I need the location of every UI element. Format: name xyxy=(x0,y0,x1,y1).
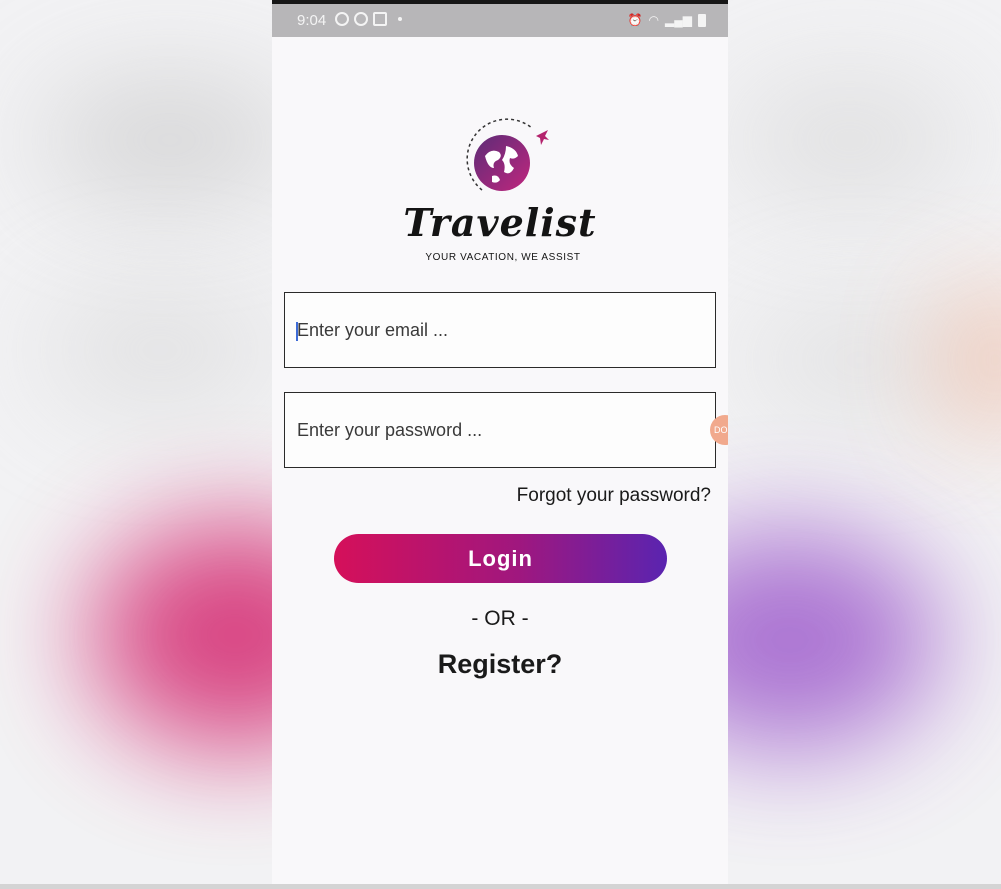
signal-icon: ▂▄▆ xyxy=(665,13,692,27)
brand-tagline: YOUR VACATION, WE ASSIST xyxy=(425,252,581,263)
status-time: 9:04 xyxy=(297,12,327,29)
email-field[interactable] xyxy=(284,292,716,368)
login-button[interactable]: Login xyxy=(334,534,667,583)
game-icon xyxy=(354,12,368,26)
grey-blur xyxy=(730,80,970,200)
battery-icon xyxy=(698,13,706,27)
bottom-edge xyxy=(0,884,1001,889)
alarm-icon: ⏰ xyxy=(627,13,643,27)
more-dot-icon xyxy=(398,17,402,21)
register-link[interactable]: Register? xyxy=(272,649,728,680)
grey-blur xyxy=(40,80,300,200)
phone-screen: 9:04 ⏰ ◠ ▂▄▆ Travelist YOUR VACATION, WE xyxy=(272,0,728,889)
globe-airplane-icon xyxy=(466,118,549,191)
grey-blur xyxy=(740,300,980,420)
grey-blur xyxy=(40,290,280,410)
orange-blur xyxy=(950,290,1001,430)
password-input[interactable] xyxy=(285,393,715,467)
game-icon xyxy=(335,12,349,26)
password-field[interactable] xyxy=(284,392,716,468)
email-input[interactable] xyxy=(285,293,715,367)
wifi-icon: ◠ xyxy=(648,13,660,27)
brand-name: Travelist xyxy=(403,200,597,245)
text-cursor xyxy=(296,322,298,341)
notification-icons xyxy=(335,12,402,26)
forgot-password-link[interactable]: Forgot your password? xyxy=(517,485,711,507)
system-icons: ⏰ ◠ ▂▄▆ xyxy=(628,13,706,27)
or-separator: - OR - xyxy=(471,607,529,630)
status-bar: 9:04 ⏰ ◠ ▂▄▆ xyxy=(272,4,728,37)
news-icon xyxy=(373,12,387,26)
